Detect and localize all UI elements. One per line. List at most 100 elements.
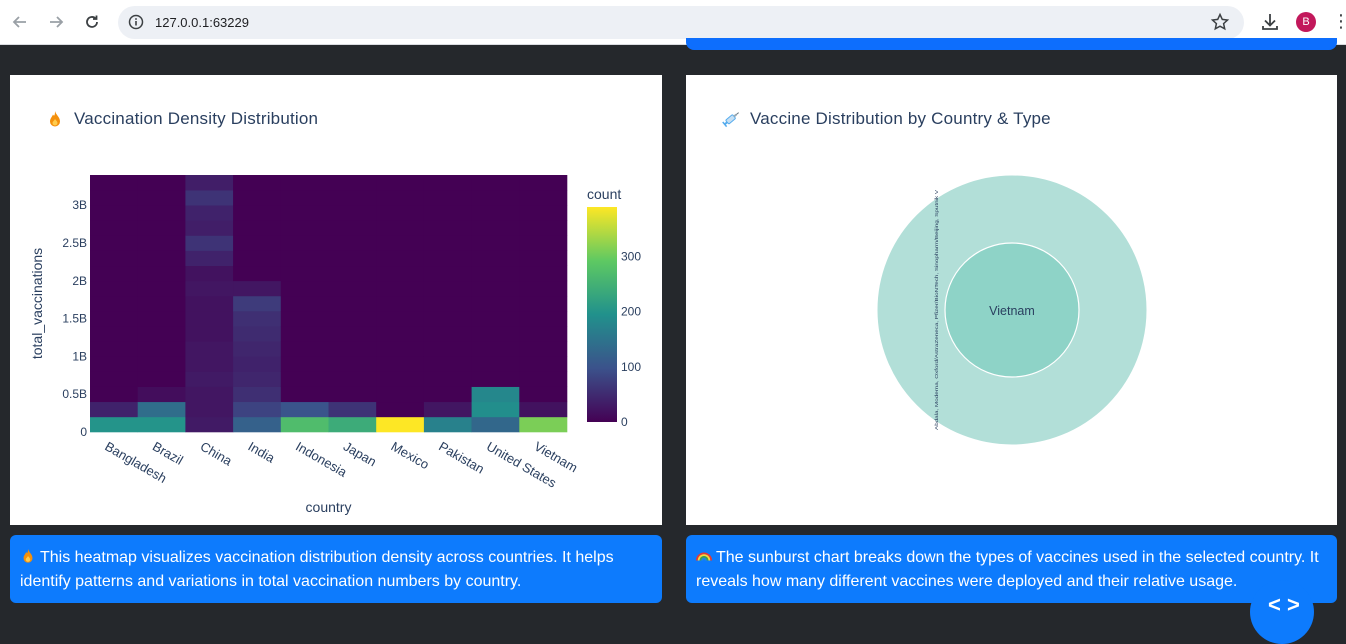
heatmap-cell[interactable]	[137, 235, 186, 251]
heatmap-cell[interactable]	[423, 280, 472, 297]
heatmap-cell[interactable]	[185, 250, 234, 267]
heatmap-cell[interactable]	[423, 401, 472, 418]
heatmap-cell[interactable]	[519, 250, 568, 267]
heatmap-cell[interactable]	[233, 190, 282, 206]
heatmap-cell[interactable]	[280, 386, 329, 403]
heatmap-cell[interactable]	[90, 175, 138, 191]
heatmap-cell[interactable]	[328, 401, 377, 418]
heatmap-cell[interactable]	[233, 326, 282, 342]
browser-menu-icon[interactable]: ⋮	[1332, 12, 1346, 32]
heatmap-cell[interactable]	[90, 250, 138, 267]
heatmap-cell[interactable]	[185, 401, 234, 418]
bookmark-star-icon[interactable]	[1210, 12, 1230, 32]
heatmap-cell[interactable]	[471, 250, 520, 267]
heatmap-cell[interactable]	[328, 416, 377, 433]
heatmap-cell[interactable]	[280, 235, 329, 251]
heatmap-cell[interactable]	[519, 341, 568, 357]
heatmap-cell[interactable]	[185, 280, 234, 297]
heatmap-cell[interactable]	[185, 356, 234, 372]
heatmap-cell[interactable]	[376, 190, 425, 206]
heatmap-cell[interactable]	[90, 356, 138, 372]
heatmap-cell[interactable]	[90, 280, 138, 297]
heatmap-cell[interactable]	[376, 386, 425, 403]
heatmap-cell[interactable]	[137, 326, 186, 342]
heatmap-cell[interactable]	[137, 175, 186, 191]
heatmap-cell[interactable]	[471, 401, 520, 418]
heatmap-cell[interactable]	[328, 371, 377, 387]
heatmap-cell[interactable]	[471, 371, 520, 387]
heatmap-cell[interactable]	[280, 190, 329, 206]
heatmap-cell[interactable]	[423, 250, 472, 267]
heatmap-cell[interactable]	[233, 341, 282, 357]
heatmap-cell[interactable]	[233, 295, 282, 312]
heatmap-cell[interactable]	[90, 341, 138, 357]
heatmap-cell[interactable]	[233, 280, 282, 297]
heatmap-cell[interactable]	[280, 295, 329, 312]
heatmap-cell[interactable]	[90, 205, 138, 221]
heatmap-cell[interactable]	[423, 235, 472, 251]
heatmap-cell[interactable]	[376, 220, 425, 236]
reload-button[interactable]	[79, 9, 105, 35]
heatmap-cell[interactable]	[376, 311, 425, 327]
heatmap-cell[interactable]	[519, 295, 568, 312]
heatmap-cell[interactable]	[376, 205, 425, 221]
heatmap-cell[interactable]	[280, 371, 329, 387]
heatmap-cell[interactable]	[137, 220, 186, 236]
heatmap-cell[interactable]	[328, 175, 377, 191]
heatmap-cell[interactable]	[233, 265, 282, 282]
heatmap-cell[interactable]	[280, 175, 329, 191]
url-text[interactable]: 127.0.0.1:63229	[155, 15, 249, 30]
heatmap-cell[interactable]	[423, 295, 472, 312]
heatmap-cell[interactable]	[328, 311, 377, 327]
heatmap-cell[interactable]	[137, 295, 186, 312]
heatmap-cell[interactable]	[137, 371, 186, 387]
heatmap-cell[interactable]	[376, 175, 425, 191]
heatmap-cell[interactable]	[471, 341, 520, 357]
heatmap-cell[interactable]	[423, 356, 472, 372]
heatmap-cell[interactable]	[90, 265, 138, 282]
heatmap-cell[interactable]	[233, 356, 282, 372]
heatmap-cell[interactable]	[519, 175, 568, 191]
heatmap-cell[interactable]	[471, 265, 520, 282]
heatmap-cell[interactable]	[137, 416, 186, 433]
heatmap-cell[interactable]	[328, 386, 377, 403]
heatmap-cell[interactable]	[376, 295, 425, 312]
heatmap-cell[interactable]	[471, 416, 520, 433]
heatmap-cell[interactable]	[90, 295, 138, 312]
heatmap-cell[interactable]	[519, 265, 568, 282]
heatmap-cell[interactable]	[471, 326, 520, 342]
heatmap-cell[interactable]	[90, 190, 138, 206]
heatmap-cell[interactable]	[233, 175, 282, 191]
heatmap-cell[interactable]	[137, 265, 186, 282]
heatmap-cell[interactable]	[519, 311, 568, 327]
heatmap-cell[interactable]	[280, 220, 329, 236]
heatmap-cell[interactable]	[233, 220, 282, 236]
heatmap-cell[interactable]	[423, 386, 472, 403]
heatmap-cell[interactable]	[471, 295, 520, 312]
heatmap-cell[interactable]	[519, 386, 568, 403]
heatmap-cell[interactable]	[233, 386, 282, 403]
heatmap-cell[interactable]	[328, 265, 377, 282]
heatmap-cell[interactable]	[90, 235, 138, 251]
heatmap-cell[interactable]	[376, 371, 425, 387]
heatmap-cell[interactable]	[328, 250, 377, 267]
heatmap-cell[interactable]	[280, 326, 329, 342]
heatmap-cell[interactable]	[90, 386, 138, 403]
heatmap-cell[interactable]	[471, 175, 520, 191]
heatmap-cell[interactable]	[328, 235, 377, 251]
heatmap-cell[interactable]	[137, 205, 186, 221]
heatmap-cell[interactable]	[280, 341, 329, 357]
heatmap-cell[interactable]	[328, 295, 377, 312]
heatmap-cell[interactable]	[233, 250, 282, 267]
heatmap-cell[interactable]	[185, 311, 234, 327]
heatmap-cell[interactable]	[471, 235, 520, 251]
heatmap-cell[interactable]	[328, 356, 377, 372]
heatmap-cell[interactable]	[185, 265, 234, 282]
heatmap-cell[interactable]	[280, 311, 329, 327]
heatmap-cell[interactable]	[280, 205, 329, 221]
heatmap-cell[interactable]	[519, 356, 568, 372]
profile-avatar[interactable]: B	[1296, 12, 1316, 32]
heatmap-cell[interactable]	[423, 311, 472, 327]
heatmap-cell[interactable]	[376, 341, 425, 357]
heatmap-cell[interactable]	[185, 416, 234, 433]
